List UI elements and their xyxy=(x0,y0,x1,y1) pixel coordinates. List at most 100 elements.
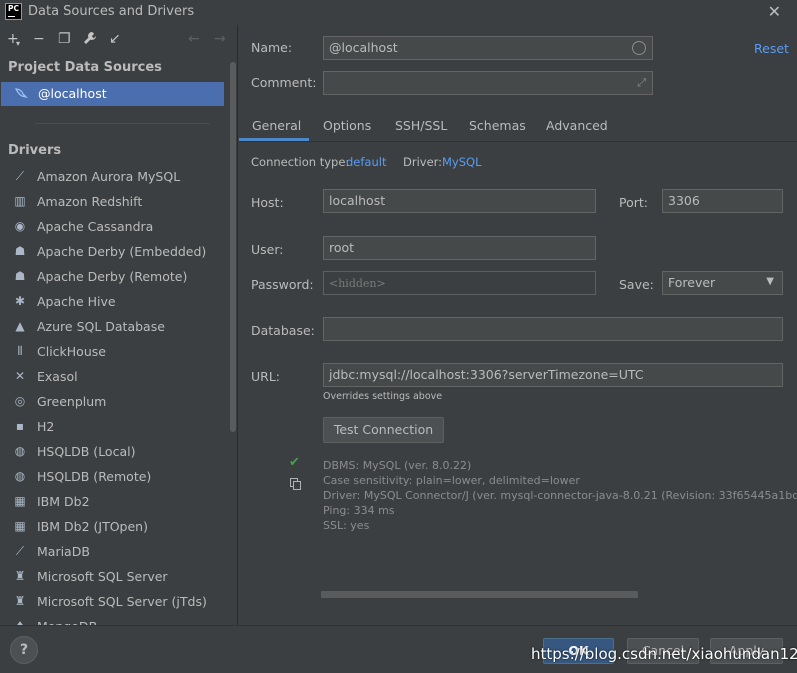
driver-icon: ▪ xyxy=(15,419,25,433)
driver-item[interactable]: ⦀ ClickHouse xyxy=(0,340,224,365)
driver-item[interactable]: ☗ Apache Derby (Embedded) xyxy=(0,240,224,265)
tab-general[interactable]: General xyxy=(252,118,301,133)
connection-type-link[interactable]: default xyxy=(346,155,386,169)
horizontal-scrollbar[interactable] xyxy=(321,591,638,598)
window-title: Data Sources and Drivers xyxy=(28,4,195,19)
left-toolbar: + ▾ − ❐ ↙ ← → xyxy=(0,25,238,55)
driver-item[interactable]: ▦ IBM Db2 xyxy=(0,490,224,515)
wrench-icon[interactable] xyxy=(83,31,97,49)
user-input[interactable]: root xyxy=(323,236,596,260)
driver-item-label: Microsoft SQL Server xyxy=(37,569,168,584)
driver-item[interactable]: ✕ Exasol xyxy=(0,365,224,390)
success-check-icon: ✔ xyxy=(289,455,300,470)
right-panel: Name: @localhost Reset Comment: ⤢ Genera… xyxy=(239,25,797,625)
driver-item[interactable]: ⟋ Amazon Aurora MySQL xyxy=(0,165,224,190)
driver-item-label: ClickHouse xyxy=(37,344,106,359)
bottom-bar: ? OK Cancel Apply https://blog.csdn.net/… xyxy=(0,625,797,673)
driver-item-label: HSQLDB (Remote) xyxy=(37,469,152,484)
copy-icon[interactable] xyxy=(290,478,302,491)
driver-item-label: IBM Db2 (JTOpen) xyxy=(37,519,148,534)
port-label: Port: xyxy=(619,195,648,210)
tab-bar: General Options SSH/SSL Schemas Advanced xyxy=(239,112,797,142)
expand-icon[interactable]: ⤢ xyxy=(637,76,646,90)
driver-item[interactable]: ◎ Greenplum xyxy=(0,390,224,415)
driver-icon: ◎ xyxy=(14,394,26,408)
driver-item[interactable]: ▲ Azure SQL Database xyxy=(0,315,224,340)
password-input[interactable]: <hidden> xyxy=(323,271,596,295)
test-result-ssl: SSL: yes xyxy=(323,519,370,532)
back-arrow-icon[interactable]: ← xyxy=(188,31,200,47)
driver-item-label: Apache Hive xyxy=(37,294,116,309)
separator xyxy=(35,123,210,124)
driver-item[interactable]: ✱ Apache Hive xyxy=(0,290,224,315)
driver-icon: ⟋ xyxy=(15,544,25,558)
database-input[interactable] xyxy=(323,317,783,341)
help-button[interactable]: ? xyxy=(10,636,38,664)
navigate-icon[interactable]: ↙ xyxy=(109,31,121,47)
url-label: URL: xyxy=(251,369,281,384)
tab-advanced[interactable]: Advanced xyxy=(546,118,608,133)
forward-arrow-icon[interactable]: → xyxy=(214,31,226,47)
driver-item-label: Azure SQL Database xyxy=(37,319,165,334)
test-connection-button[interactable]: Test Connection xyxy=(323,417,444,443)
chevron-down-icon: ▼ xyxy=(766,276,774,287)
project-item-label: @localhost xyxy=(38,86,107,101)
name-input[interactable]: @localhost xyxy=(323,36,653,60)
driver-label: Driver: xyxy=(403,155,443,169)
driver-icon: ♜ xyxy=(14,569,26,583)
driver-item[interactable]: ▪ H2 xyxy=(0,415,224,440)
driver-item-label: Apache Derby (Remote) xyxy=(37,269,188,284)
color-circle-icon[interactable] xyxy=(632,41,646,55)
tab-options[interactable]: Options xyxy=(323,118,371,133)
tab-schemas[interactable]: Schemas xyxy=(469,118,526,133)
driver-icon: ◍ xyxy=(14,469,26,483)
add-dropdown-icon[interactable]: ▾ xyxy=(16,36,20,52)
driver-link[interactable]: MySQL xyxy=(442,155,482,169)
comment-input[interactable]: ⤢ xyxy=(323,71,653,95)
active-tab-indicator xyxy=(239,138,309,141)
comment-label: Comment: xyxy=(251,75,317,90)
title-bar: PC Data Sources and Drivers ✕ xyxy=(0,0,797,25)
driver-item-label: Microsoft SQL Server (jTds) xyxy=(37,594,207,609)
project-item-localhost[interactable]: @localhost xyxy=(1,82,224,106)
driver-list-scrollbar[interactable] xyxy=(230,62,236,432)
driver-item[interactable]: ☗ Apache Derby (Remote) xyxy=(0,265,224,290)
driver-icon: ✱ xyxy=(14,294,26,308)
save-select[interactable]: Forever ▼ xyxy=(662,271,783,295)
test-result-case: Case sensitivity: plain=lower, delimited… xyxy=(323,474,580,487)
driver-item[interactable]: ◍ HSQLDB (Local) xyxy=(0,440,224,465)
driver-icon: ▦ xyxy=(14,494,26,508)
save-label: Save: xyxy=(619,277,654,292)
driver-icon: ⟋ xyxy=(15,169,25,183)
test-result-driver: Driver: MySQL Connector/J (ver. mysql-co… xyxy=(323,489,797,502)
drivers-heading: Drivers xyxy=(8,143,62,158)
connection-type-label: Connection type: xyxy=(251,155,350,169)
driver-item-label: HSQLDB (Local) xyxy=(37,444,136,459)
driver-item-label: Exasol xyxy=(37,369,78,384)
url-input[interactable]: jdbc:mysql://localhost:3306?serverTimezo… xyxy=(323,363,783,387)
driver-item[interactable]: ◉ Apache Cassandra xyxy=(0,215,224,240)
driver-item[interactable]: ♜ Microsoft SQL Server xyxy=(0,565,224,590)
reset-link[interactable]: Reset xyxy=(754,41,789,56)
driver-item-label: Amazon Aurora MySQL xyxy=(37,169,181,184)
driver-item-label: Greenplum xyxy=(37,394,107,409)
driver-icon: ◉ xyxy=(14,219,26,233)
host-label: Host: xyxy=(251,195,284,210)
mysql-dolphin-icon xyxy=(14,86,29,103)
driver-item[interactable]: ▦ IBM Db2 (JTOpen) xyxy=(0,515,224,540)
port-input[interactable]: 3306 xyxy=(662,189,783,213)
driver-icon: ◍ xyxy=(14,444,26,458)
duplicate-icon[interactable]: ❐ xyxy=(58,31,71,47)
driver-item[interactable]: ⟋ MariaDB xyxy=(0,540,224,565)
tab-ssh-ssl[interactable]: SSH/SSL xyxy=(395,118,447,133)
driver-item[interactable]: ♜ Microsoft SQL Server (jTds) xyxy=(0,590,224,615)
close-icon[interactable]: ✕ xyxy=(768,2,781,21)
driver-item[interactable]: ◍ HSQLDB (Remote) xyxy=(0,465,224,490)
driver-item-label: Apache Derby (Embedded) xyxy=(37,244,207,259)
driver-item[interactable]: ▥ Amazon Redshift xyxy=(0,190,224,215)
remove-icon[interactable]: − xyxy=(33,31,45,47)
driver-item-label: Amazon Redshift xyxy=(37,194,143,209)
url-hint: Overrides settings above xyxy=(323,391,443,402)
name-value: @localhost xyxy=(329,40,398,55)
host-input[interactable]: localhost xyxy=(323,189,596,213)
